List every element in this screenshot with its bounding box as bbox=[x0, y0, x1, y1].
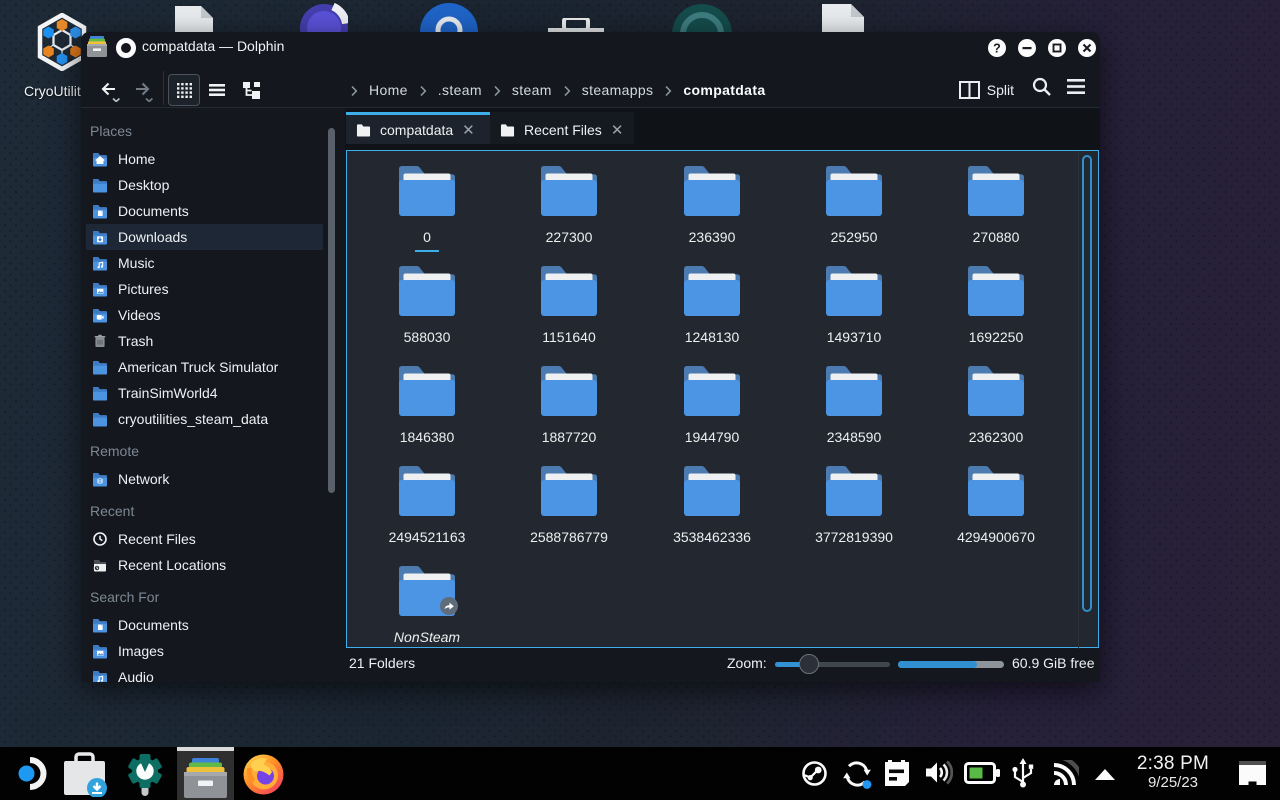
svg-text:?: ? bbox=[993, 42, 1001, 56]
